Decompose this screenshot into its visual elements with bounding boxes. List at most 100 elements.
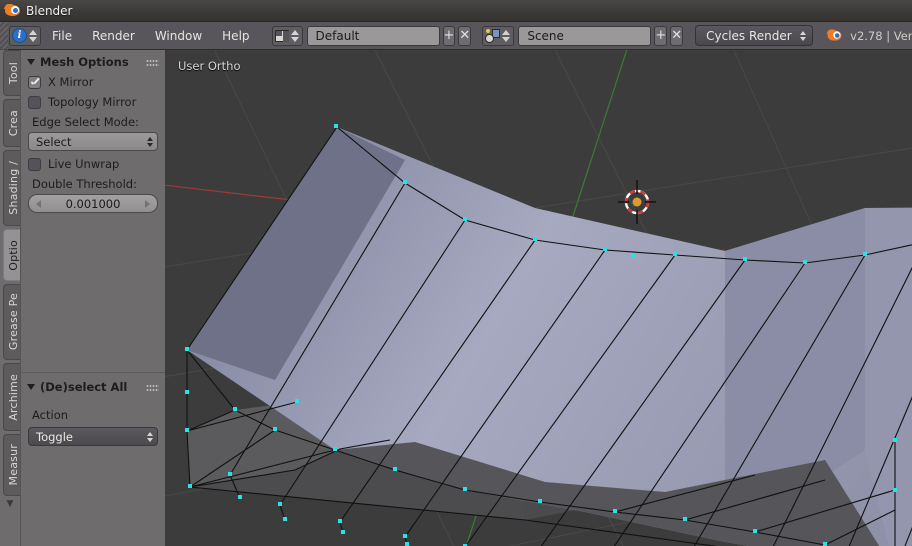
x-mirror-checkbox[interactable] xyxy=(28,75,41,89)
add-scene-button[interactable]: + xyxy=(654,25,668,46)
mesh-vertex xyxy=(185,390,189,394)
topology-mirror-label: Topology Mirror xyxy=(48,95,137,109)
scene-name-field[interactable]: Scene xyxy=(518,25,652,46)
menu-render[interactable]: Render xyxy=(83,26,144,46)
mesh-vertex xyxy=(803,260,807,264)
render-engine-label: Cycles Render xyxy=(706,28,792,43)
topology-mirror-checkbox[interactable] xyxy=(28,95,41,109)
checkbox-row-x-mirror[interactable]: X Mirror xyxy=(28,75,158,89)
mesh-vertex xyxy=(823,542,827,546)
live-unwrap-label: Live Unwrap xyxy=(48,157,120,171)
sidebar-tab-label: Tool xyxy=(7,61,20,85)
screen-layout-selector[interactable] xyxy=(271,25,303,46)
screen-layout-spinner-icon xyxy=(290,28,300,44)
tool-shelf-panels: Mesh Options X Mirror Topology Mirror Ed… xyxy=(20,50,165,546)
double-threshold-field[interactable]: 0.001000 xyxy=(28,194,158,213)
mesh-vertex xyxy=(334,124,338,128)
sidebar-tab-label: Shading / xyxy=(7,161,20,215)
mesh-vertex xyxy=(238,495,242,499)
sidebar-tab-label: Measur xyxy=(7,444,20,486)
sidebar-tab-label: Grease Pe xyxy=(7,293,20,351)
checkbox-row-live-unwrap[interactable]: Live Unwrap xyxy=(28,157,158,171)
mesh-vertex xyxy=(673,252,677,256)
blender-logo-icon xyxy=(3,3,20,18)
status-area: v2.78 | Verts:0/56 | Ed xyxy=(826,28,912,43)
edge-select-mode-value: Select xyxy=(36,134,72,149)
panel-spacer xyxy=(21,219,165,370)
mesh-vertex xyxy=(463,487,467,491)
add-screen-layout-button[interactable]: + xyxy=(442,25,456,46)
chevron-updown-icon xyxy=(147,431,153,442)
mesh-vertex xyxy=(538,499,542,503)
mesh-vertex xyxy=(185,428,189,432)
main-header: i File Render Window Help Default + ✕ Sc… xyxy=(0,22,912,50)
editor-type-spinner-icon xyxy=(29,28,38,44)
mesh-vertex xyxy=(463,217,467,221)
render-engine-dropdown[interactable]: Cycles Render xyxy=(695,25,814,46)
mesh-vertex xyxy=(295,399,299,403)
edge-select-mode-label: Edge Select Mode: xyxy=(32,115,139,129)
mesh-vertex xyxy=(283,517,287,521)
x-mirror-label: X Mirror xyxy=(48,75,94,89)
scene-spinner-icon xyxy=(502,28,511,44)
viewport-canvas[interactable] xyxy=(165,50,912,546)
mesh-vertex xyxy=(403,534,407,538)
panel-grip-icon[interactable] xyxy=(146,58,159,66)
mesh-vertex xyxy=(613,509,617,513)
panel-deselect-all-header[interactable]: (De)select All xyxy=(21,375,165,397)
panel-mesh-options: Mesh Options X Mirror Topology Mirror Ed… xyxy=(21,50,165,219)
panel-mesh-options-header[interactable]: Mesh Options xyxy=(21,50,165,72)
mesh-vertex xyxy=(233,407,237,411)
status-info-text: v2.78 | Verts:0/56 | Ed xyxy=(850,28,912,43)
panel-grip-icon[interactable] xyxy=(146,383,159,391)
edge-select-mode-dropdown[interactable]: Select xyxy=(28,132,158,151)
mesh-vertex xyxy=(753,529,757,533)
screen-layout-name-field[interactable]: Default xyxy=(306,25,440,46)
action-dropdown[interactable]: Toggle xyxy=(28,427,158,446)
sidebar-tab-label: Crea xyxy=(7,109,20,137)
panel-divider xyxy=(21,372,165,373)
mesh-vertex xyxy=(393,467,397,471)
tool-shelf-region: Tool Crea Shading / Optio Grease Pe Arch… xyxy=(0,50,165,546)
menu-window[interactable]: Window xyxy=(146,26,211,46)
triangle-down-icon xyxy=(27,384,35,390)
mesh-vertex xyxy=(743,257,747,261)
screen-layout-icon xyxy=(274,29,289,42)
mesh-vertex xyxy=(185,347,189,351)
info-editor-icon: i xyxy=(12,28,27,43)
menu-help[interactable]: Help xyxy=(213,26,258,46)
tool-shelf-tabstrip: Tool Crea Shading / Optio Grease Pe Arch… xyxy=(0,50,23,546)
mesh-vertex xyxy=(228,472,232,476)
delete-scene-button[interactable]: ✕ xyxy=(670,25,684,46)
increment-arrow-icon[interactable] xyxy=(145,199,150,208)
mesh-vertex xyxy=(533,237,537,241)
mesh-vertex xyxy=(278,502,282,506)
panel-deselect-all: (De)select All Action Toggle xyxy=(21,375,165,452)
mesh-vertex xyxy=(188,484,192,488)
scene-selector[interactable] xyxy=(482,25,515,46)
checkbox-row-topology-mirror[interactable]: Topology Mirror xyxy=(28,95,158,109)
mesh-vertex xyxy=(863,252,867,256)
chevron-updown-icon xyxy=(147,136,153,147)
menu-file[interactable]: File xyxy=(43,26,81,46)
chevron-down-icon[interactable]: ▼ xyxy=(0,499,20,509)
mesh-vertex xyxy=(683,517,687,521)
3d-viewport[interactable]: User Ortho xyxy=(165,50,912,546)
mesh-vertex xyxy=(603,247,607,251)
panel-mesh-options-title: Mesh Options xyxy=(40,55,129,69)
action-value: Toggle xyxy=(36,429,73,444)
panel-deselect-all-title: (De)select All xyxy=(40,380,128,394)
decrement-arrow-icon[interactable] xyxy=(36,199,41,208)
double-threshold-label: Double Threshold: xyxy=(32,177,137,191)
editor-type-selector[interactable]: i xyxy=(9,25,41,46)
viewport-view-label: User Ortho xyxy=(178,59,241,73)
sidebar-tab-label: Archime xyxy=(7,373,20,421)
live-unwrap-checkbox[interactable] xyxy=(28,157,41,171)
mesh-vertex xyxy=(273,427,277,431)
scene-icon xyxy=(485,28,501,43)
double-threshold-value: 0.001000 xyxy=(65,196,121,211)
mesh-vertex xyxy=(893,438,897,442)
delete-screen-layout-button[interactable]: ✕ xyxy=(458,25,472,46)
action-label: Action xyxy=(32,408,69,422)
status-blender-logo-icon xyxy=(826,29,842,43)
